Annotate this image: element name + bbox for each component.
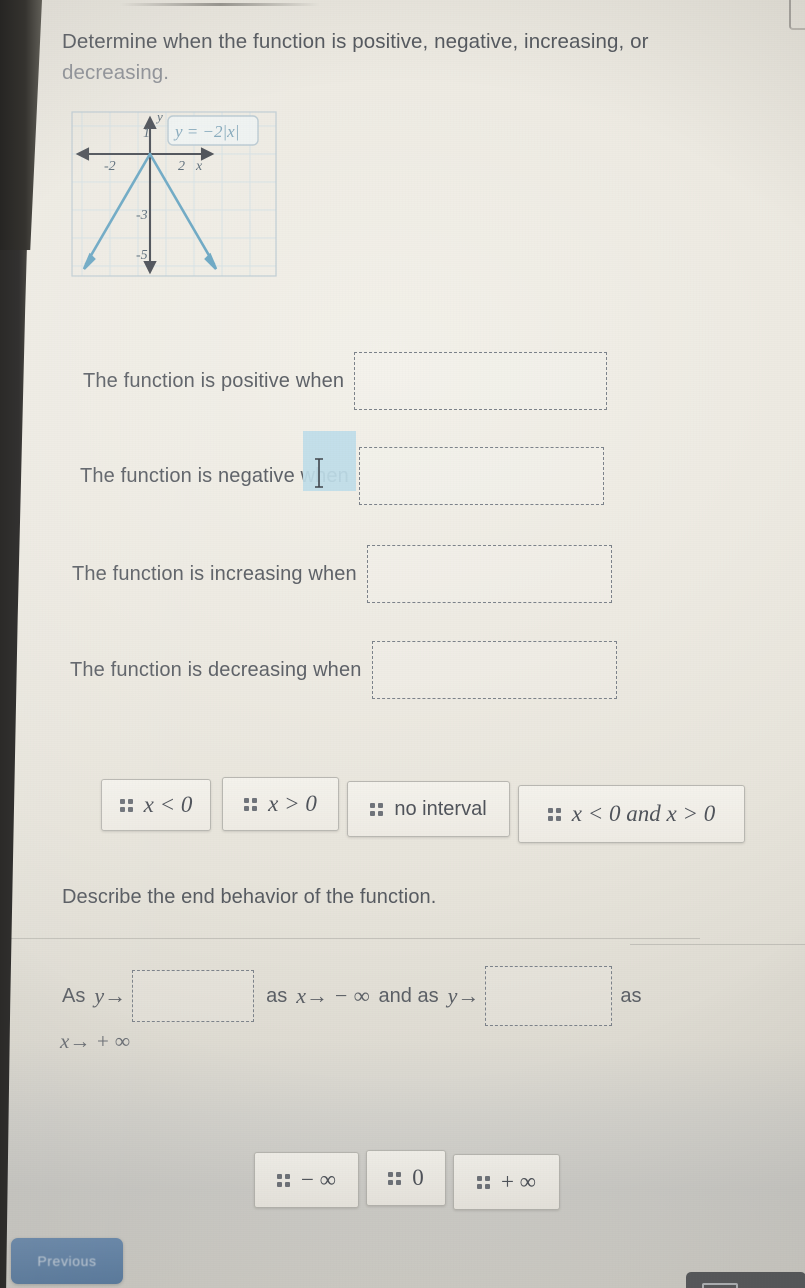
divider-line — [0, 938, 700, 939]
answer-blank-decreasing[interactable] — [371, 641, 617, 699]
previous-button-label: Previous — [37, 1253, 97, 1269]
prompt-line-2: decreasing. — [62, 61, 170, 85]
end-behavior-as-word: As — [62, 984, 86, 1007]
divider-line — [630, 944, 805, 945]
drag-handle-icon[interactable] — [276, 1173, 290, 1187]
statement-label-increasing: The function is increasing when — [72, 562, 357, 585]
tile-label-negative-infinity: − ∞ — [300, 1167, 337, 1192]
drag-handle-icon[interactable] — [370, 802, 384, 816]
drag-handle-icon[interactable] — [547, 807, 561, 821]
drag-handle-icon[interactable] — [476, 1175, 490, 1189]
end-behavior-blank-1[interactable] — [132, 970, 255, 1022]
tile-zero[interactable]: 0 — [366, 1150, 446, 1206]
text-selection-highlight — [303, 431, 356, 491]
tile-no-interval[interactable]: no interval — [347, 781, 510, 837]
answer-blank-negative[interactable] — [358, 447, 604, 505]
bottom-right-chip-glyph-icon — [702, 1283, 738, 1288]
end-behavior-heading: Describe the end behavior of the functio… — [62, 886, 437, 908]
end-behavior-x-to-neg-infinity: x→ − ∞ — [296, 983, 370, 1008]
end-behavior-mid-as: as — [266, 984, 288, 1007]
tile-label-x-less-than-zero: x < 0 — [143, 792, 193, 817]
drag-handle-icon[interactable] — [119, 798, 133, 812]
prompt-line-1: Determine when the function is positive,… — [62, 30, 649, 53]
tile-negative-infinity[interactable]: − ∞ — [254, 1152, 359, 1208]
statement-positive: The function is positive when — [83, 352, 608, 410]
svg-text:-5: -5 — [136, 248, 148, 263]
photo-of-screen: Determine when the function is positive,… — [0, 0, 805, 1288]
drag-handle-icon[interactable] — [244, 797, 258, 811]
end-behavior-x-to-pos-infinity: x→ + ∞ — [60, 1029, 130, 1053]
end-behavior-sentence: As y→ as x→ − ∞ and as y→ as — [62, 966, 641, 1026]
tile-x-greater-than-zero[interactable]: x > 0 — [222, 777, 339, 831]
answer-blank-positive[interactable] — [354, 352, 608, 410]
svg-text:1: 1 — [143, 126, 150, 141]
end-behavior-y-arrow-2: y→ — [447, 983, 480, 1008]
svg-text:y: y — [155, 109, 163, 124]
statement-increasing: The function is increasing when — [72, 545, 612, 603]
function-graph: y = −2|x| 1 -2 2 x y -3 -5 — [64, 104, 290, 284]
statement-label-decreasing: The function is decreasing when — [70, 658, 362, 681]
svg-text:y = −2|x|: y = −2|x| — [173, 122, 239, 141]
tile-x-less-than-zero[interactable]: x < 0 — [101, 779, 211, 831]
statement-label-positive: The function is positive when — [83, 369, 345, 392]
worksheet-content: Determine when the function is positive,… — [0, 0, 805, 1288]
end-behavior-blank-2[interactable] — [485, 966, 613, 1026]
tile-x-less-and-greater-zero[interactable]: x < 0 and x > 0 — [518, 785, 745, 843]
end-behavior-and-as: and as — [378, 984, 439, 1007]
question-prompt: Determine when the function is positive,… — [62, 26, 722, 88]
tile-label-x-greater-than-zero: x > 0 — [268, 791, 317, 816]
drag-handle-icon[interactable] — [388, 1171, 402, 1185]
answer-blank-increasing[interactable] — [366, 545, 612, 603]
svg-text:-2: -2 — [104, 159, 116, 174]
svg-text:x: x — [195, 159, 203, 174]
tile-label-zero: 0 — [412, 1165, 424, 1190]
statement-decreasing: The function is decreasing when — [70, 641, 617, 699]
end-behavior-y-arrow-1: y→ — [94, 983, 127, 1008]
end-behavior-trailing-as: as — [620, 984, 642, 1007]
tile-label-no-interval: no interval — [394, 797, 487, 820]
svg-text:-3: -3 — [136, 208, 148, 223]
tile-positive-infinity[interactable]: + ∞ — [453, 1154, 560, 1210]
tile-label-positive-infinity: + ∞ — [500, 1169, 537, 1194]
previous-button[interactable]: Previous — [11, 1238, 123, 1284]
svg-text:2: 2 — [178, 159, 185, 174]
tile-label-x-less-and-greater-zero: x < 0 and x > 0 — [571, 801, 716, 826]
